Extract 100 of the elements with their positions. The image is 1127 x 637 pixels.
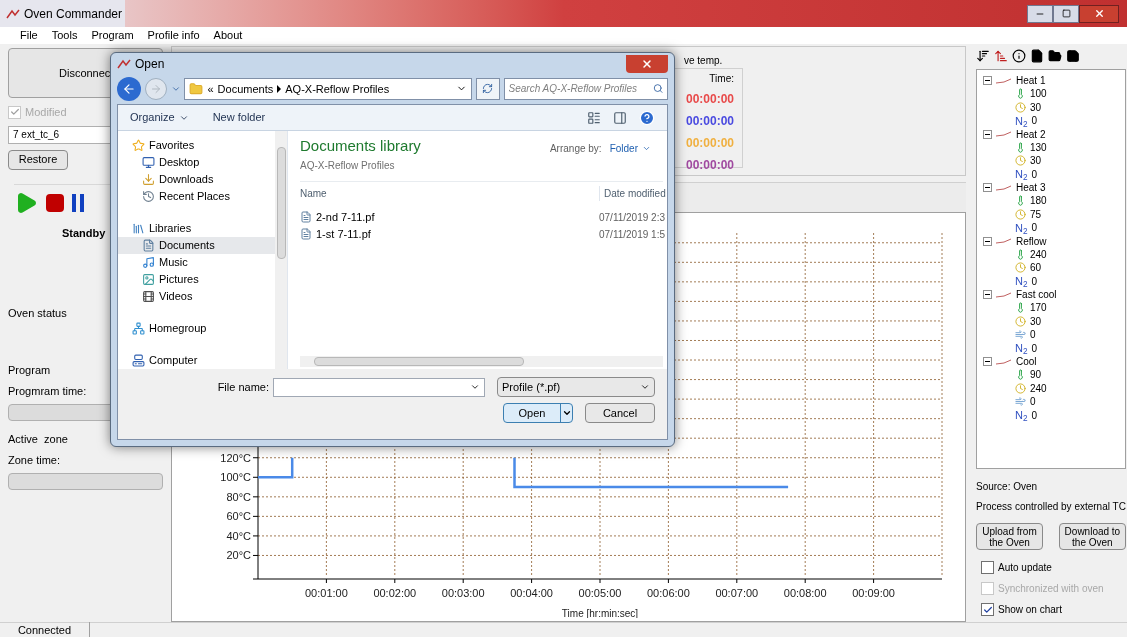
parameter-value[interactable]: 0 [1031, 113, 1038, 129]
nav-item[interactable]: Music [118, 254, 275, 271]
parameter-value[interactable]: 0 [1030, 394, 1036, 410]
zone-name[interactable]: Heat 1 [1016, 73, 1046, 88]
parameter-value[interactable]: 0 [1031, 340, 1038, 356]
info-icon[interactable] [1012, 49, 1026, 63]
x-tick-label: 00:07:00 [715, 587, 759, 599]
y-tick-label: 80°C [226, 490, 251, 503]
checkbox[interactable] [981, 603, 994, 616]
zone-icon [996, 358, 1012, 365]
nav-item[interactable]: Downloads [118, 171, 275, 188]
menu-item[interactable]: About [213, 27, 243, 44]
document-entry[interactable]: 1-st 7-11.pf [300, 225, 599, 243]
checkbox[interactable] [981, 561, 994, 574]
preview-pane-icon[interactable] [613, 110, 627, 125]
minimize-button[interactable] [1027, 4, 1053, 23]
checkbox-label: Show on chart [998, 603, 1062, 617]
organize-button[interactable]: Organize [130, 109, 189, 126]
breadcrumb-item[interactable]: Documents [217, 80, 274, 98]
parameter-value[interactable]: 60 [1030, 260, 1042, 276]
document-entry[interactable]: 2-nd 7-11.pf [300, 208, 599, 226]
zone-name[interactable]: Heat 2 [1016, 126, 1046, 142]
parameter-value[interactable]: 30 [1030, 153, 1042, 169]
clock-icon [1015, 262, 1026, 274]
refresh-button[interactable] [475, 77, 500, 100]
new-folder-button[interactable]: New folder [212, 109, 266, 126]
pause-icon[interactable] [72, 193, 84, 212]
nav-item[interactable]: Computer [118, 352, 275, 369]
folder-icon [189, 81, 204, 96]
nav-item[interactable]: Homegroup [118, 320, 275, 337]
parameter-value[interactable]: 0 [1031, 166, 1038, 182]
nav-item[interactable]: Libraries [118, 220, 275, 237]
expander-icon[interactable] [983, 183, 992, 192]
parameter-value[interactable]: 180 [1030, 193, 1047, 209]
breadcrumb-item[interactable]: AQ-X-Reflow Profiles [285, 80, 390, 98]
clock-icon [1015, 155, 1026, 167]
close-button[interactable] [626, 55, 668, 74]
zone-icon [996, 291, 1012, 298]
file-type-dropdown[interactable]: Profile (*.pf) [497, 377, 655, 397]
close-button[interactable] [1079, 4, 1119, 23]
close-icon [641, 58, 653, 71]
expander-icon[interactable] [983, 357, 992, 366]
search-field[interactable]: Search AQ-X-Reflow Profiles [503, 77, 668, 100]
restore-button[interactable]: Restore [8, 149, 68, 170]
parameter-value[interactable]: 170 [1030, 300, 1047, 316]
parameter-value[interactable]: 0 [1031, 273, 1038, 289]
parameter-value[interactable]: 240 [1030, 380, 1047, 396]
expand-all-icon[interactable] [976, 49, 990, 63]
parameter-value[interactable]: 0 [1030, 327, 1036, 343]
nav-item[interactable]: Videos [118, 288, 275, 305]
parameter-value[interactable]: 0 [1031, 220, 1038, 236]
save-icon[interactable] [1066, 49, 1080, 63]
stop-icon[interactable] [46, 193, 64, 212]
parameter-value[interactable]: 30 [1030, 313, 1042, 329]
parameter-value[interactable]: 75 [1030, 206, 1042, 222]
oven-transfer-button[interactable]: Download to the Oven [1058, 523, 1126, 550]
address-bar[interactable]: « Documents AQ-X-Reflow Profiles [184, 77, 472, 100]
nav-item[interactable]: Documents [118, 237, 275, 254]
nav-item[interactable]: Recent Places [118, 188, 275, 205]
view-icon[interactable] [587, 110, 601, 125]
expander-icon[interactable] [983, 236, 992, 246]
maximize-button[interactable] [1053, 4, 1079, 23]
breadcrumb-overflow[interactable]: « [207, 80, 214, 98]
zone-name[interactable]: Cool [1016, 354, 1037, 369]
help-icon[interactable] [639, 109, 655, 126]
menu-item[interactable]: Tools [51, 27, 78, 44]
open-button[interactable]: Open [503, 403, 573, 423]
parameter-value[interactable]: 90 [1030, 367, 1042, 383]
scrollbar[interactable] [275, 131, 287, 369]
collapse-all-icon[interactable] [994, 49, 1008, 63]
y-tick-label: 20°C [226, 549, 251, 562]
menu-item[interactable]: Program [91, 27, 134, 44]
expander-icon[interactable] [983, 76, 992, 85]
close-icon [1093, 8, 1105, 19]
new-file-icon[interactable] [1030, 49, 1044, 63]
parameter-value[interactable]: 130 [1030, 139, 1047, 155]
parameter-value[interactable]: 0 [1031, 407, 1038, 423]
parameter-value[interactable]: 30 [1030, 99, 1042, 115]
menu-item[interactable]: Profile info [147, 27, 200, 44]
thermometer-icon [1015, 141, 1026, 153]
nav-item[interactable]: Desktop [118, 154, 275, 171]
oven-transfer-button[interactable]: Upload from the Oven [976, 523, 1043, 550]
back-button[interactable] [117, 76, 141, 101]
arrange-dropdown[interactable]: Folder [609, 141, 651, 156]
zone-name[interactable]: Heat 3 [1016, 180, 1046, 195]
document-icon [142, 239, 155, 252]
parameter-value[interactable]: 240 [1030, 246, 1047, 262]
column-header[interactable]: Name [300, 185, 599, 201]
cancel-button[interactable]: Cancel [585, 403, 655, 423]
open-folder-icon[interactable] [1048, 49, 1062, 63]
nav-item[interactable]: Pictures [118, 271, 275, 288]
zone-name[interactable]: Reflow [1016, 233, 1047, 249]
column-header[interactable]: Date modified [599, 185, 663, 201]
parameter-value[interactable]: 100 [1030, 86, 1047, 102]
expander-icon[interactable] [983, 290, 992, 299]
zone-name[interactable]: Fast cool [1016, 287, 1057, 302]
horizontal-scrollbar[interactable] [300, 356, 663, 367]
expander-icon[interactable] [983, 129, 992, 139]
file-name-field[interactable] [273, 377, 485, 397]
menu-item[interactable]: File [20, 27, 38, 44]
